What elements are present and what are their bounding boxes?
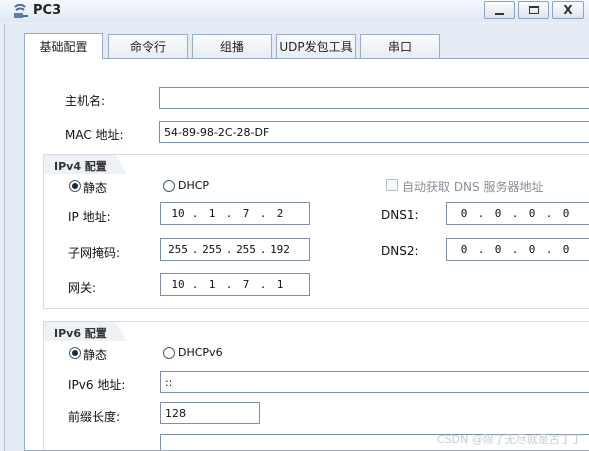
window-title: PC3	[33, 3, 62, 18]
ipv6-address-field[interactable]: ::	[160, 371, 589, 393]
title-bar: PC3 X	[0, 0, 589, 22]
ipv6-static-label: 静态	[83, 348, 108, 362]
hostname-input[interactable]	[164, 91, 589, 105]
dns2-label: DNS2:	[381, 244, 419, 258]
prefix-length-field[interactable]: 128	[160, 402, 260, 424]
ipv6-address-label: IPv6 地址:	[68, 378, 126, 392]
prefix-length-value: 128	[165, 406, 186, 420]
close-button[interactable]: X	[552, 1, 584, 19]
tab-serial[interactable]: 串口	[360, 34, 440, 58]
tab-basic-config[interactable]: 基础配置	[24, 33, 103, 59]
gateway-field[interactable]: 10. 1. 7. 1	[160, 273, 310, 296]
mac-value: 54-89-98-2C-28-DF	[164, 125, 270, 139]
ipv4-static-label: 静态	[83, 181, 108, 195]
gateway-label: 网关:	[68, 281, 97, 295]
dns1-field[interactable]: 0. 0. 0. 0	[446, 202, 589, 225]
minimize-button[interactable]	[484, 1, 515, 19]
minimize-icon	[495, 12, 504, 15]
pc-app-icon	[14, 4, 28, 18]
mac-label: MAC 地址:	[65, 128, 124, 142]
ipv4-group-title: IPv4 配置	[43, 154, 127, 174]
dns2-field[interactable]: 0. 0. 0. 0	[446, 238, 589, 261]
ip-address-field[interactable]: 10. 1. 7. 2	[160, 202, 310, 225]
tab-udp-tool[interactable]: UDP发包工具	[276, 34, 356, 58]
auto-dns-checkbox[interactable]	[386, 179, 398, 191]
watermark-text: CSDN @除了无尽就是古丁丁	[437, 433, 582, 446]
tab-command-line[interactable]: 命令行	[108, 34, 188, 58]
subnet-mask-field[interactable]: 255. 255. 255. 192	[160, 238, 310, 261]
ipv6-static-radio[interactable]	[69, 347, 81, 359]
hostname-field[interactable]	[159, 87, 589, 109]
ip-address-label: IP 地址:	[68, 210, 111, 224]
ipv4-static-radio[interactable]	[69, 180, 81, 192]
hostname-label: 主机名:	[65, 94, 106, 108]
ipv6-address-value: ::	[165, 375, 173, 389]
maximize-icon	[528, 6, 539, 14]
maximize-button[interactable]	[518, 1, 549, 19]
dns1-label: DNS1:	[381, 208, 419, 222]
close-icon: X	[563, 3, 573, 17]
tab-multicast[interactable]: 组播	[192, 34, 272, 58]
prefix-length-label: 前缀长度:	[68, 410, 121, 424]
ipv4-dhcp-radio[interactable]	[163, 180, 175, 192]
subnet-mask-label: 子网掩码:	[68, 246, 121, 260]
window-client-area: 基础配置 命令行 组播 UDP发包工具 串口 主机名: MAC 地址: 54-8…	[4, 24, 589, 451]
ipv6-dhcpv6-label: DHCPv6	[178, 346, 223, 359]
ipv4-dhcp-label: DHCP	[178, 179, 210, 192]
auto-dns-label: 自动获取 DNS 服务器地址	[402, 180, 544, 194]
mac-field[interactable]: 54-89-98-2C-28-DF	[159, 121, 589, 143]
ipv6-dhcpv6-radio[interactable]	[163, 347, 175, 359]
ipv4-group: IPv4 配置 静态 DHCP 自动获取 DNS 服务器地址 IP 地址: 10…	[43, 154, 589, 309]
ipv6-group-title: IPv6 配置	[43, 321, 127, 341]
basic-config-panel: 主机名: MAC 地址: 54-89-98-2C-28-DF IPv4 配置 静…	[24, 58, 589, 451]
